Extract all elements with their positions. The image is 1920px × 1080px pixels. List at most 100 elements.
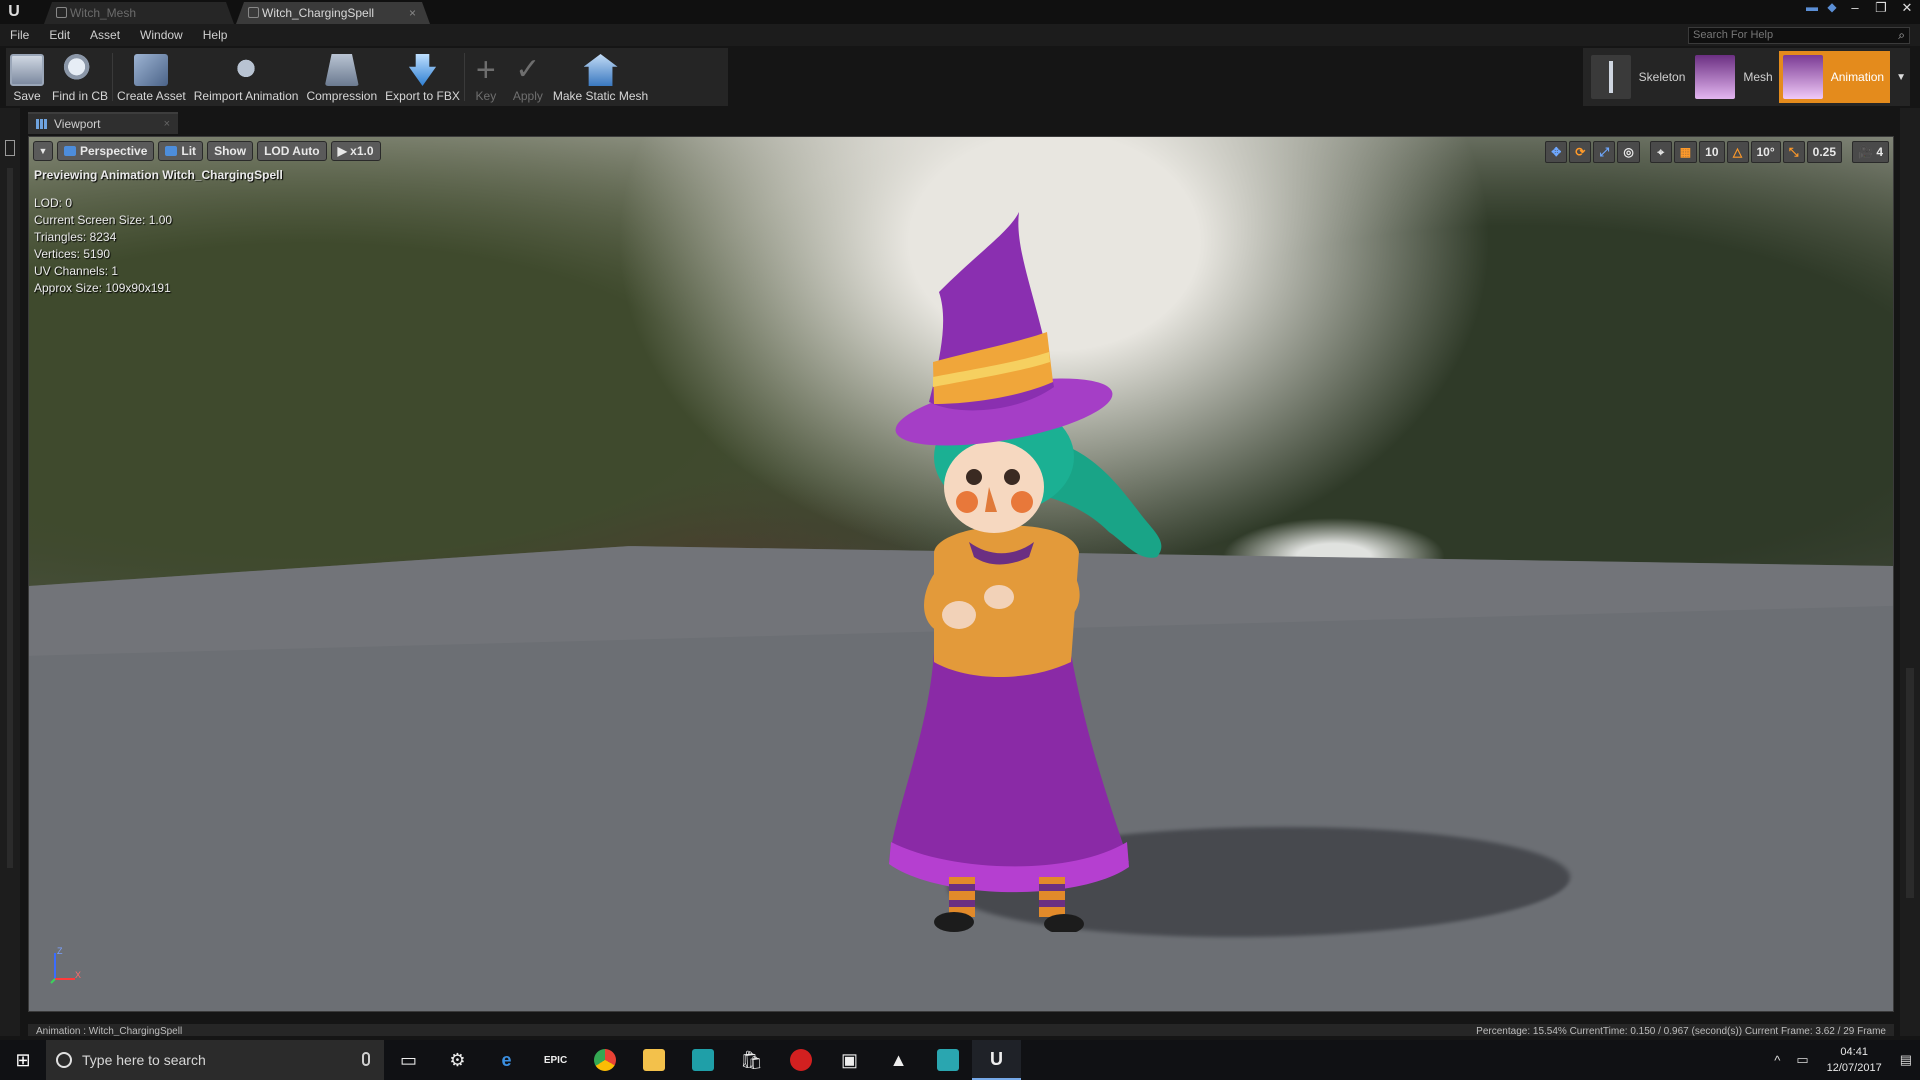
epic-launcher-icon[interactable]: EPIC <box>531 1040 580 1080</box>
create-asset-button[interactable]: Create Asset <box>113 48 190 106</box>
menu-help[interactable]: Help <box>193 24 238 46</box>
compression-button[interactable]: Compression <box>302 48 381 106</box>
system-tray: ^ ▭ 04:41 12/07/2017 ▤ <box>1766 1040 1920 1080</box>
editor-mode-switcher: Skeleton Mesh Animation ▼ <box>1582 48 1910 106</box>
export-to-fbx-button[interactable]: Export to FBX <box>381 48 464 106</box>
animation-label: Animation <box>1830 70 1885 84</box>
animation-mode-button[interactable]: Animation <box>1778 51 1891 103</box>
microphone-icon[interactable] <box>362 1052 370 1066</box>
witch-character <box>889 212 1162 932</box>
viewport-options-button[interactable]: ▼ <box>33 141 53 161</box>
tab-witch-chargingspell[interactable]: Witch_ChargingSpell × <box>236 2 430 24</box>
chrome-icon[interactable] <box>580 1040 629 1080</box>
feedback-icon[interactable]: ▬ <box>1802 0 1822 16</box>
toolbar-gap <box>1642 141 1648 163</box>
menu-edit[interactable]: Edit <box>39 24 80 46</box>
save-button[interactable]: Save <box>6 48 48 106</box>
photos-icon[interactable]: ▲ <box>874 1040 923 1080</box>
menu-asset[interactable]: Asset <box>80 24 130 46</box>
close-button[interactable]: ✕ <box>1894 0 1920 16</box>
action-center-icon[interactable]: ▤ <box>1892 1052 1920 1068</box>
stat-triangles: Triangles: 8234 <box>34 230 117 244</box>
close-tab-icon[interactable]: × <box>409 2 416 24</box>
playback-speed-label: x1.0 <box>350 144 374 158</box>
clock-date: 12/07/2017 <box>1826 1062 1882 1074</box>
lod-button[interactable]: LOD Auto <box>257 141 327 161</box>
scale-snap-icon[interactable]: ⤡ <box>1782 141 1805 163</box>
chevron-up-icon[interactable]: ^ <box>1766 1053 1788 1068</box>
tab-label: Witch_ChargingSpell <box>262 6 375 20</box>
taskbar-clock[interactable]: 04:41 12/07/2017 <box>1817 1044 1892 1076</box>
menu-file[interactable]: File <box>0 24 39 46</box>
restore-button[interactable]: ❐ <box>1868 0 1894 16</box>
viewport-toolbar-left: ▼ Perspective Lit Show LOD Auto ▶ x1.0 <box>33 141 381 161</box>
skeleton-label: Skeleton <box>1638 70 1686 84</box>
translate-icon[interactable]: ✥ <box>1545 141 1568 163</box>
key-icon: + <box>475 51 496 89</box>
show-button[interactable]: Show <box>207 141 254 161</box>
left-scrollbar[interactable] <box>7 168 13 868</box>
cortana-icon <box>56 1052 72 1068</box>
edge-icon[interactable]: e <box>482 1040 531 1080</box>
camera-app-icon[interactable]: ▣ <box>825 1040 874 1080</box>
unreal-engine-icon[interactable]: U <box>972 1040 1021 1080</box>
windows-start-icon[interactable]: ⊞ <box>0 1040 46 1080</box>
store-icon[interactable]: 🛍 <box>727 1040 776 1080</box>
mesh-mode-button[interactable]: Mesh <box>1691 51 1778 103</box>
camera-speed-button[interactable]: 🎥 4 <box>1852 141 1889 163</box>
scale-snap-value[interactable]: 0.25 <box>1806 141 1843 163</box>
rotate-icon[interactable]: ⟳ <box>1569 141 1592 163</box>
camera-icon: 🎥 <box>1858 145 1873 159</box>
rotation-snap-value[interactable]: 10° <box>1750 141 1781 163</box>
export-label: Export to FBX <box>385 89 460 103</box>
grid-snap-icon[interactable]: ▦ <box>1673 141 1698 163</box>
tab-witch-mesh[interactable]: Witch_Mesh <box>44 2 234 24</box>
recorder-icon[interactable] <box>776 1040 825 1080</box>
close-icon[interactable]: × <box>164 114 170 134</box>
lit-button[interactable]: Lit <box>158 141 204 161</box>
minimize-button[interactable]: – <box>1842 0 1868 16</box>
mesh-label: Mesh <box>1743 70 1773 84</box>
app-icon-teal-2[interactable] <box>923 1040 972 1080</box>
rotation-snap-icon[interactable]: △ <box>1726 141 1749 163</box>
stat-lod: LOD: 0 <box>34 196 73 210</box>
skeleton-mode-button[interactable]: Skeleton <box>1587 51 1692 103</box>
apply-button[interactable]: ✓ Apply <box>507 48 549 106</box>
viewport-tab[interactable]: Viewport × <box>28 112 178 134</box>
chevron-down-icon[interactable]: ▼ <box>1896 72 1906 83</box>
right-scrollbar[interactable] <box>1906 668 1914 898</box>
reimport-animation-button[interactable]: Reimport Animation <box>190 48 303 106</box>
menu-window[interactable]: Window <box>130 24 193 46</box>
export-icon <box>408 54 437 86</box>
make-static-mesh-button[interactable]: Make Static Mesh <box>549 48 652 106</box>
app-icon-teal[interactable] <box>678 1040 727 1080</box>
reimport-label: Reimport Animation <box>193 89 299 103</box>
steam-icon[interactable]: ⚙ <box>433 1040 482 1080</box>
find-in-cb-button[interactable]: Find in CB <box>48 48 112 106</box>
animation-tab-icon <box>248 7 259 18</box>
scale-icon[interactable]: ⤢ <box>1593 141 1616 163</box>
task-view-icon[interactable]: ▭ <box>384 1040 433 1080</box>
window-controls: ▬ ◆ – ❐ ✕ <box>1802 0 1920 16</box>
perspective-button[interactable]: Perspective <box>57 141 155 161</box>
world-local-icon[interactable]: ◎ <box>1617 141 1640 163</box>
help-search-input[interactable]: Search For Help ⌕ <box>1688 27 1910 44</box>
dock-tab-icon[interactable] <box>5 140 15 156</box>
file-explorer-icon[interactable] <box>629 1040 678 1080</box>
notification-icon[interactable]: ◆ <box>1822 0 1842 16</box>
status-playback-info: Percentage: 15.54% CurrentTime: 0.150 / … <box>1476 1026 1886 1036</box>
playback-speed-button[interactable]: ▶ x1.0 <box>330 141 381 161</box>
search-icon: ⌕ <box>1898 28 1905 42</box>
clock-time: 04:41 <box>1840 1046 1868 1058</box>
surface-snap-icon[interactable]: ⌖ <box>1649 141 1672 163</box>
teal-app-logo <box>936 1049 959 1071</box>
network-icon[interactable]: ▭ <box>1788 1052 1816 1068</box>
taskbar-search-placeholder: Type here to search <box>82 1052 206 1068</box>
viewport-3d[interactable]: Z X ▼ Perspective Lit Show LOD Auto ▶ x1… <box>28 136 1894 1012</box>
static-mesh-icon <box>583 54 618 86</box>
key-button[interactable]: + Key <box>465 48 507 106</box>
grid-snap-value[interactable]: 10 <box>1699 141 1725 163</box>
taskbar-search-box[interactable]: Type here to search <box>46 1040 384 1080</box>
title-bar: U Witch_Mesh Witch_ChargingSpell × ▬ ◆ –… <box>0 0 1920 24</box>
apply-icon: ✓ <box>515 53 541 86</box>
